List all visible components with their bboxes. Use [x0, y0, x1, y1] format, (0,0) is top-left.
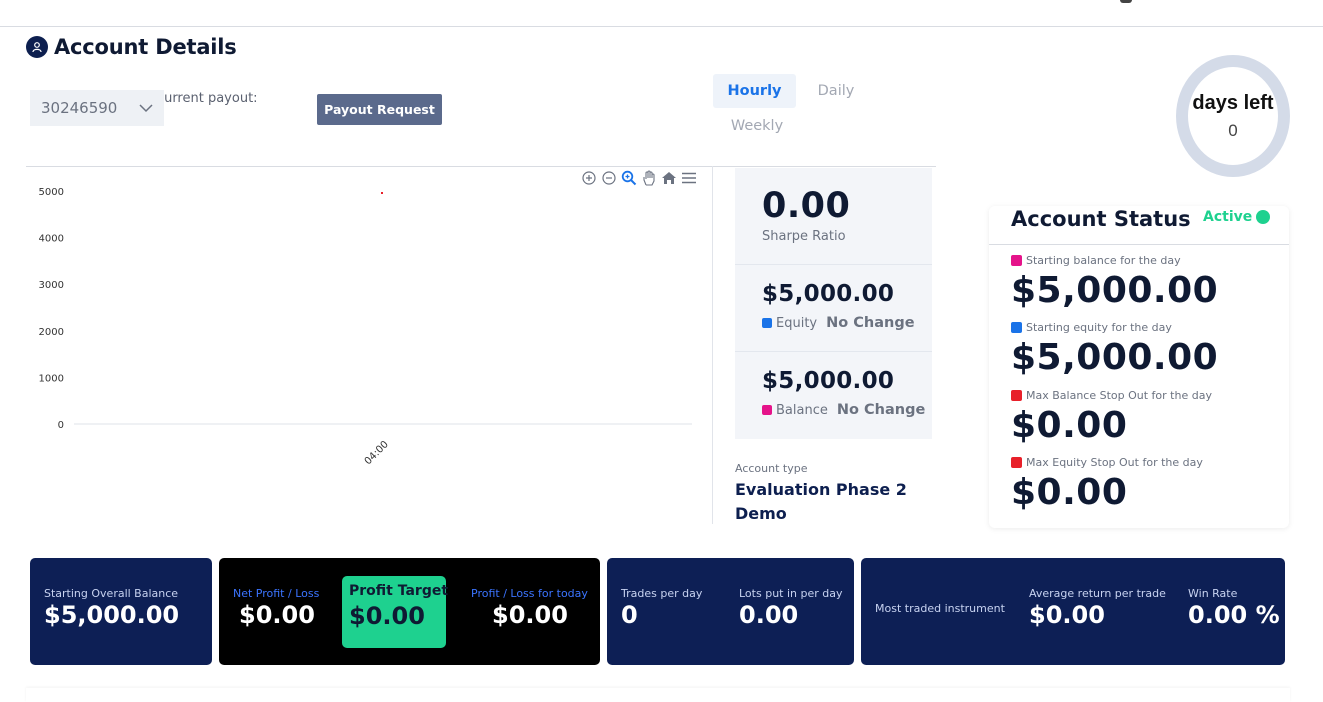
starting-balance-value: $5,000.00 — [1011, 270, 1219, 311]
starting-equity-label: Starting equity for the day — [1026, 321, 1172, 334]
starting-overall-balance-label: Starting Overall Balance — [44, 587, 179, 600]
equity-label: Equity — [776, 315, 818, 331]
starting-balance-label: Starting balance for the day — [1026, 254, 1181, 267]
account-status-title: Account Status — [1011, 207, 1191, 231]
trades-card: Trades per day 0 Lots put in per day 0.0… — [607, 558, 854, 665]
zoom-out-icon[interactable] — [600, 169, 617, 186]
user-icon — [26, 36, 48, 58]
y-tick-label: 5000 — [39, 187, 64, 198]
red-legend-square — [1011, 390, 1022, 401]
y-tick-label: 1000 — [39, 373, 64, 384]
tab-hourly[interactable]: Hourly — [713, 74, 796, 108]
avg-return-label: Average return per trade — [1029, 587, 1166, 600]
net-profit-loss-label: Net Profit / Loss — [233, 587, 320, 600]
sharpe-metric: 0.00 Sharpe Ratio — [735, 168, 932, 265]
trades-per-day-value: 0 — [621, 601, 638, 629]
max-balance-stop-label: Max Balance Stop Out for the day — [1026, 389, 1212, 402]
red-legend-square — [1011, 457, 1022, 468]
metrics-panel: 0.00 Sharpe Ratio $5,000.00 Equity No Ch… — [735, 168, 932, 439]
account-select-value: 30246590 — [41, 99, 118, 117]
top-divider — [0, 26, 1323, 27]
data-point — [381, 192, 383, 194]
max-equity-stop-label: Max Equity Stop Out for the day — [1026, 456, 1203, 469]
payout-request-button[interactable]: Payout Request — [317, 94, 442, 125]
y-tick-label: 4000 — [39, 234, 64, 245]
performance-card: Most traded instrument Average return pe… — [861, 558, 1285, 665]
days-left-title: days left — [1192, 91, 1274, 114]
equity-metric: $5,000.00 Equity No Change — [735, 265, 932, 352]
bottom-panel-edge — [26, 688, 1290, 702]
y-tick-label: 0 — [58, 420, 64, 431]
lots-per-day-value: 0.00 — [739, 601, 799, 629]
account-type-value: Evaluation Phase 2 Demo — [735, 480, 907, 523]
balance-chart: 5000 4000 3000 2000 1000 0 04:00 — [39, 187, 692, 466]
account-type-label: Account type — [735, 462, 808, 475]
balance-legend-square — [762, 405, 772, 415]
equity-legend-square — [762, 318, 772, 328]
status-dot-icon — [1256, 210, 1271, 224]
zoom-select-icon[interactable] — [620, 169, 637, 186]
current-payout-label: Current payout: — [155, 91, 258, 106]
sharpe-value: 0.00 — [762, 186, 851, 226]
balance-label: Balance — [776, 402, 828, 418]
most-traded-label: Most traded instrument — [875, 602, 1005, 615]
status-divider — [989, 244, 1289, 245]
sharpe-label: Sharpe Ratio — [762, 229, 846, 244]
pink-legend-square — [1011, 255, 1022, 266]
balance-metric: $5,000.00 Balance No Change — [735, 352, 932, 439]
chart-vertical-divider — [712, 166, 713, 524]
account-status-card: Account Status Active Starting balance f… — [989, 206, 1289, 528]
balance-change: No Change — [836, 402, 926, 418]
page-title: Account Details — [54, 35, 237, 59]
page-header: Account Details — [26, 35, 237, 59]
y-tick-label: 3000 — [39, 280, 64, 291]
tab-daily[interactable]: Daily — [804, 74, 868, 108]
status-item-label: Max Balance Stop Out for the day — [1011, 389, 1212, 402]
max-equity-stop-value: $0.00 — [1011, 472, 1128, 513]
days-left-gauge: days left 0 — [1176, 55, 1290, 177]
profit-loss-today-label: Profit / Loss for today — [471, 587, 588, 600]
profit-target-label: Profit Target — [349, 583, 449, 599]
equity-change: No Change — [826, 315, 915, 331]
avg-return-value: $0.00 — [1029, 601, 1105, 629]
status-text: Active — [1203, 209, 1253, 225]
lots-per-day-label: Lots put in per day — [739, 587, 843, 600]
y-tick-label: 2000 — [39, 327, 64, 338]
starting-overall-balance-value: $5,000.00 — [44, 601, 180, 629]
starting-overall-balance-card: Starting Overall Balance $5,000.00 — [30, 558, 212, 665]
status-item-label: Starting equity for the day — [1011, 321, 1172, 334]
net-profit-loss-value: $0.00 — [239, 601, 315, 629]
top-edge-fragment — [1120, 0, 1132, 3]
chart-toolbar — [580, 169, 697, 186]
menu-icon[interactable] — [680, 169, 697, 186]
status-item-label: Starting balance for the day — [1011, 254, 1181, 267]
profit-target-value: $0.00 — [349, 602, 425, 630]
win-rate-label: Win Rate — [1188, 587, 1238, 600]
status-badge: Active — [1203, 209, 1271, 225]
home-icon[interactable] — [660, 169, 677, 186]
account-select[interactable]: 30246590 — [30, 90, 164, 126]
max-balance-stop-value: $0.00 — [1011, 405, 1128, 446]
days-left-value: 0 — [1228, 120, 1238, 140]
chevron-down-icon — [138, 100, 154, 120]
zoom-in-icon[interactable] — [580, 169, 597, 186]
blue-legend-square — [1011, 322, 1022, 333]
equity-value: $5,000.00 — [762, 281, 895, 307]
x-tick-label: 04:00 — [363, 439, 391, 466]
trades-per-day-label: Trades per day — [621, 587, 703, 600]
tab-weekly[interactable]: Weekly — [720, 110, 794, 142]
pan-hand-icon[interactable] — [640, 169, 657, 186]
starting-equity-value: $5,000.00 — [1011, 337, 1219, 378]
status-item-label: Max Equity Stop Out for the day — [1011, 456, 1203, 469]
profit-target-box: Profit Target $0.00 — [342, 576, 449, 648]
profit-loss-today-value: $0.00 — [492, 601, 568, 629]
profit-card: Net Profit / Loss $0.00 Profit Target $0… — [219, 558, 600, 665]
win-rate-value: 0.00 % — [1188, 601, 1280, 629]
balance-value: $5,000.00 — [762, 368, 895, 394]
